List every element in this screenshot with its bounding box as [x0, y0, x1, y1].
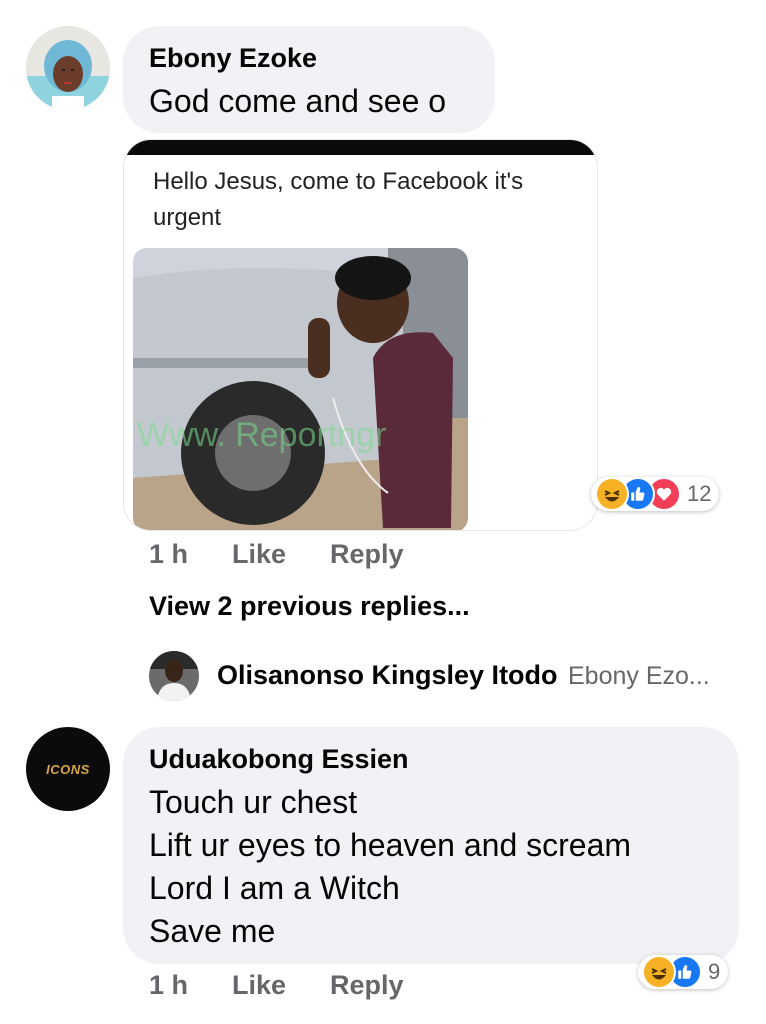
meme-caption: Hello Jesus, come to Facebook it's urgen…: [153, 168, 524, 231]
comment-timestamp[interactable]: 1 h: [149, 970, 188, 1001]
comment-text-line: Touch ur chest: [149, 784, 358, 820]
avatar-logo-text: ICONS: [46, 761, 90, 777]
reactions-summary[interactable]: 12: [591, 477, 720, 511]
avatar-olisanonso[interactable]: [149, 651, 199, 701]
meme-watermark: Www. Reportngr: [137, 416, 387, 454]
reaction-count: 9: [708, 959, 721, 984]
view-previous-replies-link[interactable]: View 2 previous replies...: [149, 591, 470, 622]
comment-timestamp[interactable]: 1 h: [149, 539, 188, 570]
haha-icon: [642, 955, 676, 989]
comment-author[interactable]: Uduakobong Essien: [149, 744, 409, 775]
reactions-summary[interactable]: 9: [638, 955, 729, 989]
comment-author[interactable]: Ebony Ezoke: [149, 43, 317, 74]
comment-image-attachment[interactable]: Hello Jesus, come to Facebook it's urgen…: [123, 139, 598, 531]
comment-text-line: Lift ur eyes to heaven and scream: [149, 827, 632, 863]
like-button[interactable]: Like: [232, 539, 286, 570]
avatar-uduakobong-essien[interactable]: ICONS: [26, 727, 110, 811]
comment-text: God come and see o: [149, 83, 447, 119]
reply-author: Olisanonso Kingsley Itodo: [217, 660, 558, 690]
reaction-count: 12: [687, 481, 712, 506]
reply-snippet: Ebony Ezo...: [568, 662, 710, 690]
comment-text-line: Save me: [149, 913, 276, 949]
profile-photo: [26, 26, 110, 110]
like-button[interactable]: Like: [232, 970, 286, 1001]
reply-button[interactable]: Reply: [330, 970, 404, 1001]
meme-photo: Www. Reportngr: [133, 248, 468, 530]
reply-preview[interactable]: Olisanonso Kingsley Itodo Ebony Ezo...: [217, 660, 710, 691]
reply-button[interactable]: Reply: [330, 539, 404, 570]
comment-text-line: Lord I am a Witch: [149, 870, 400, 906]
haha-icon: [595, 477, 629, 511]
avatar-ebony-ezoke[interactable]: [26, 26, 110, 110]
